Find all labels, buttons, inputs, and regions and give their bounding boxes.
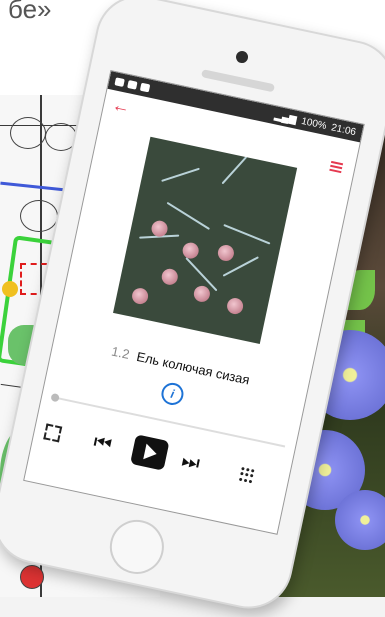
home-button[interactable] bbox=[105, 515, 169, 579]
play-icon[interactable] bbox=[130, 434, 169, 470]
earpiece-speaker bbox=[201, 69, 275, 92]
keypad-icon[interactable] bbox=[239, 467, 256, 484]
notification-icons bbox=[114, 77, 150, 92]
player-controls: ⏮ ⏭ bbox=[30, 414, 291, 507]
track-number: 1.2 bbox=[110, 344, 131, 362]
repeat-icon[interactable] bbox=[43, 423, 62, 442]
phone-body: ▂▄▆ 100% 21:06 ← bbox=[0, 0, 385, 617]
phone-screen: ▂▄▆ 100% 21:06 ← bbox=[23, 70, 365, 535]
smartphone: ▂▄▆ 100% 21:06 ← bbox=[42, 12, 352, 592]
notification-icon bbox=[127, 80, 137, 90]
front-camera bbox=[235, 50, 249, 64]
notification-icon bbox=[140, 83, 150, 93]
notification-icon bbox=[114, 77, 124, 87]
track-name: Ель колючая сизая bbox=[135, 349, 251, 388]
arrow-left-icon[interactable]: ← bbox=[110, 94, 132, 118]
progress-thumb[interactable] bbox=[50, 393, 59, 402]
next-icon[interactable]: ⏭ bbox=[180, 451, 202, 474]
signal-icon: ▂▄▆ bbox=[273, 110, 297, 125]
playlist-icon[interactable] bbox=[329, 161, 343, 173]
previous-icon[interactable]: ⏮ bbox=[92, 432, 114, 455]
battery-text: 100% bbox=[300, 115, 327, 131]
track-artwork bbox=[113, 137, 297, 344]
info-icon[interactable]: i bbox=[159, 381, 185, 407]
clock: 21:06 bbox=[330, 122, 357, 138]
